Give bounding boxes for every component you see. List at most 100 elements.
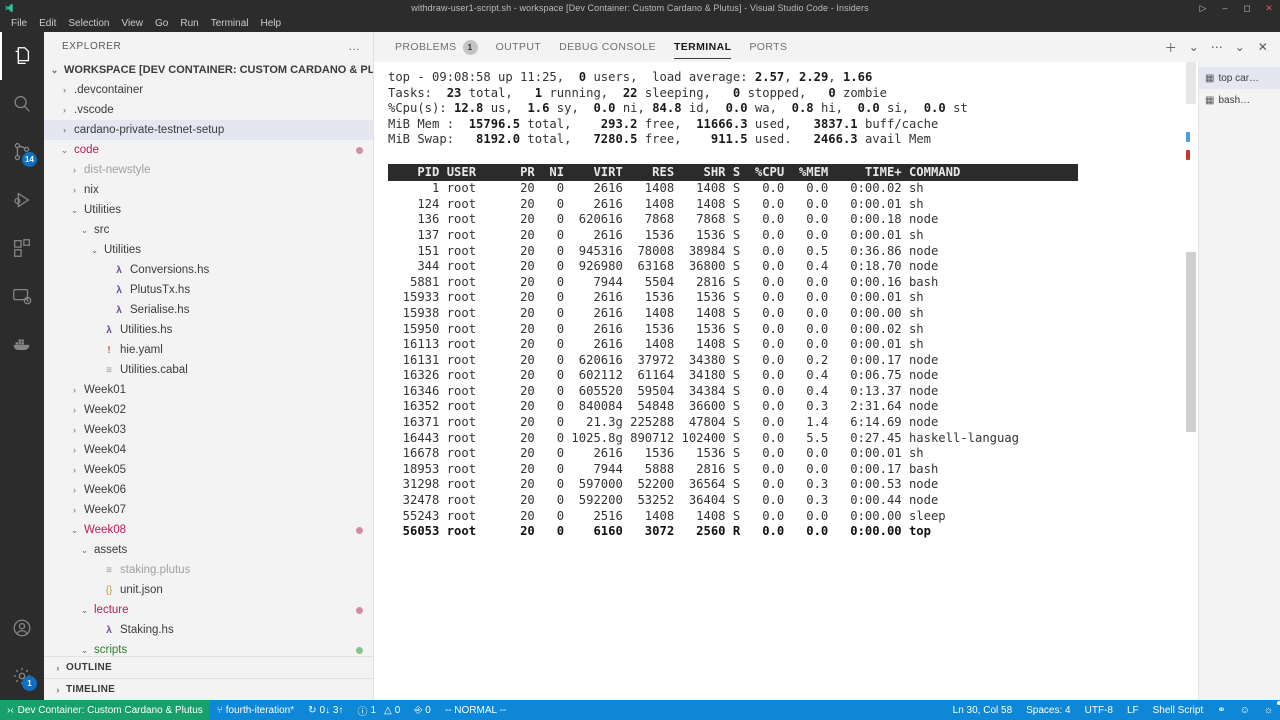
tree-item[interactable]: ›Week03 xyxy=(44,420,373,440)
tree-item[interactable]: λConversions.hs xyxy=(44,260,373,280)
tree-item[interactable]: !hie.yaml xyxy=(44,340,373,360)
panel-tab-terminal[interactable]: TERMINAL xyxy=(665,32,740,62)
panel-tab-ports[interactable]: PORTS xyxy=(740,32,796,62)
tree-item[interactable]: ›nix xyxy=(44,180,373,200)
tree-item[interactable]: ›Week07 xyxy=(44,500,373,520)
tree-item[interactable]: ⌄src xyxy=(44,220,373,240)
menu-help[interactable]: Help xyxy=(255,16,288,32)
chevron-right-icon[interactable]: › xyxy=(68,425,81,435)
chevron-down-icon[interactable]: ⌄ xyxy=(88,245,101,256)
terminal-profile-dropdown-icon[interactable]: ⌄ xyxy=(1183,36,1205,58)
chevron-right-icon[interactable]: › xyxy=(68,385,81,395)
chevron-right-icon[interactable]: › xyxy=(58,125,71,135)
tree-item[interactable]: λUtilities.hs xyxy=(44,320,373,340)
activity-item-run-debug[interactable] xyxy=(0,176,44,224)
chevron-right-icon[interactable]: › xyxy=(68,445,81,455)
tree-item[interactable]: ⌄Week08 xyxy=(44,520,373,540)
panel-tab-debug-console[interactable]: DEBUG CONSOLE xyxy=(550,32,665,62)
chevron-right-icon[interactable]: › xyxy=(68,165,81,175)
tree-item[interactable]: ⌄Utilities xyxy=(44,200,373,220)
status-sync[interactable]: ↻ 0↓ 3↑ xyxy=(301,700,350,720)
status-cursor-position[interactable]: Ln 30, Col 58 xyxy=(946,700,1020,720)
terminal-output[interactable]: top - 09:08:58 up 11:25, 0 users, load a… xyxy=(374,62,1184,700)
chevron-right-icon[interactable]: › xyxy=(68,465,81,475)
status-language-mode[interactable]: Shell Script xyxy=(1146,700,1211,720)
notifications-bell-icon[interactable]: ☼ xyxy=(1257,700,1280,720)
panel-tab-output[interactable]: OUTPUT xyxy=(487,32,551,62)
scrollbar-thumb-top[interactable] xyxy=(1186,62,1196,104)
tree-item[interactable]: ›Week01 xyxy=(44,380,373,400)
tree-item[interactable]: ⌄scripts xyxy=(44,640,373,656)
maximize-icon[interactable]: ◻ xyxy=(1236,0,1258,16)
tree-item[interactable]: λSerialise.hs xyxy=(44,300,373,320)
chevron-down-icon[interactable]: ⌄ xyxy=(78,645,91,656)
tree-item[interactable]: ›dist-newstyle xyxy=(44,160,373,180)
chevron-down-icon[interactable]: ⌄ xyxy=(78,545,91,556)
status-problems[interactable]: ⓘ 1 △ 0 xyxy=(350,700,407,720)
tree-item[interactable]: ›Week05 xyxy=(44,460,373,480)
terminal-scrollbar[interactable] xyxy=(1184,62,1198,700)
chevron-right-icon[interactable]: › xyxy=(68,405,81,415)
tree-item[interactable]: ›Week02 xyxy=(44,400,373,420)
activity-item-search[interactable] xyxy=(0,80,44,128)
menu-go[interactable]: Go xyxy=(149,16,174,32)
chevron-right-icon[interactable]: › xyxy=(68,185,81,195)
scrollbar-thumb[interactable] xyxy=(1186,252,1196,432)
menu-edit[interactable]: Edit xyxy=(33,16,62,32)
sidebar-section-timeline[interactable]: › TIMELINE xyxy=(44,678,373,700)
tree-root-item[interactable]: ⌄WORKSPACE [DEV CONTAINER: CUSTOM CARDAN… xyxy=(44,60,373,80)
status-branch[interactable]: ⑂ fourth-iteration* xyxy=(210,700,301,720)
status-indentation[interactable]: Spaces: 4 xyxy=(1019,700,1077,720)
activity-item-docker[interactable] xyxy=(0,320,44,368)
panel-tabs[interactable]: PROBLEMS1OUTPUTDEBUG CONSOLETERMINALPORT… xyxy=(386,32,796,62)
menu-terminal[interactable]: Terminal xyxy=(205,16,255,32)
chevron-down-icon[interactable]: ⌄ xyxy=(68,205,81,216)
status-encoding[interactable]: UTF-8 xyxy=(1078,700,1120,720)
activity-item-settings[interactable]: 1 xyxy=(0,652,44,700)
activity-item-source-control[interactable]: 14 xyxy=(0,128,44,176)
terminal-list-item-bash[interactable]: ▦ bash… xyxy=(1199,89,1280,111)
panel-more-actions-icon[interactable]: ⋯ xyxy=(1206,36,1228,58)
close-panel-icon[interactable]: ✕ xyxy=(1252,36,1274,58)
tree-item[interactable]: ⌄lecture xyxy=(44,600,373,620)
minimize-icon[interactable]: – xyxy=(1214,0,1236,16)
chevron-down-icon[interactable]: ⌄ xyxy=(78,605,91,616)
tree-item[interactable]: ≡staking.plutus xyxy=(44,560,373,580)
tree-item[interactable]: λStaking.hs xyxy=(44,620,373,640)
file-tree[interactable]: ⌄WORKSPACE [DEV CONTAINER: CUSTOM CARDAN… xyxy=(44,60,373,656)
chevron-down-icon[interactable]: ⌄ xyxy=(48,65,61,76)
tree-item[interactable]: ›.vscode xyxy=(44,100,373,120)
tree-item[interactable]: ›cardano-private-testnet-setup xyxy=(44,120,373,140)
tree-item[interactable]: λPlutusTx.hs xyxy=(44,280,373,300)
sidebar-section-outline[interactable]: › OUTLINE xyxy=(44,656,373,678)
restore-down-icon[interactable]: ▷ xyxy=(1192,0,1214,16)
hide-panel-icon[interactable]: ⌄ xyxy=(1229,36,1251,58)
menu-file[interactable]: File xyxy=(5,16,33,32)
live-share-icon[interactable]: ⚭ xyxy=(1210,700,1232,720)
tree-item[interactable]: ›.devcontainer xyxy=(44,80,373,100)
menu-view[interactable]: View xyxy=(116,16,150,32)
feedback-smiley-icon[interactable]: ☺ xyxy=(1233,700,1257,720)
chevron-right-icon[interactable]: › xyxy=(68,505,81,515)
activity-item-remote-explorer[interactable] xyxy=(0,272,44,320)
chevron-down-icon[interactable]: ⌄ xyxy=(78,225,91,236)
activity-item-extensions[interactable] xyxy=(0,224,44,272)
chevron-down-icon[interactable]: ⌄ xyxy=(68,525,81,536)
chevron-right-icon[interactable]: › xyxy=(58,105,71,115)
tree-item[interactable]: ⌄Utilities xyxy=(44,240,373,260)
activity-item-accounts[interactable] xyxy=(0,604,44,652)
status-eol[interactable]: LF xyxy=(1120,700,1146,720)
tree-item[interactable]: ⌄assets xyxy=(44,540,373,560)
status-remote-indicator[interactable]: ›‹ Dev Container: Custom Cardano & Plutu… xyxy=(0,700,210,720)
menu-selection[interactable]: Selection xyxy=(62,16,115,32)
chevron-down-icon[interactable]: ⌄ xyxy=(58,145,71,156)
tree-item[interactable]: ⌄code xyxy=(44,140,373,160)
panel-tab-problems[interactable]: PROBLEMS1 xyxy=(386,32,487,62)
close-icon[interactable]: ✕ xyxy=(1258,0,1280,16)
activity-item-explorer[interactable] xyxy=(0,32,44,80)
tree-item[interactable]: ›Week06 xyxy=(44,480,373,500)
tree-item[interactable]: ›Week04 xyxy=(44,440,373,460)
explorer-more-actions-icon[interactable]: … xyxy=(348,39,361,53)
terminal-instance-list[interactable]: ▦ top car… ▦ bash… xyxy=(1198,62,1280,700)
tree-item[interactable]: {}unit.json xyxy=(44,580,373,600)
